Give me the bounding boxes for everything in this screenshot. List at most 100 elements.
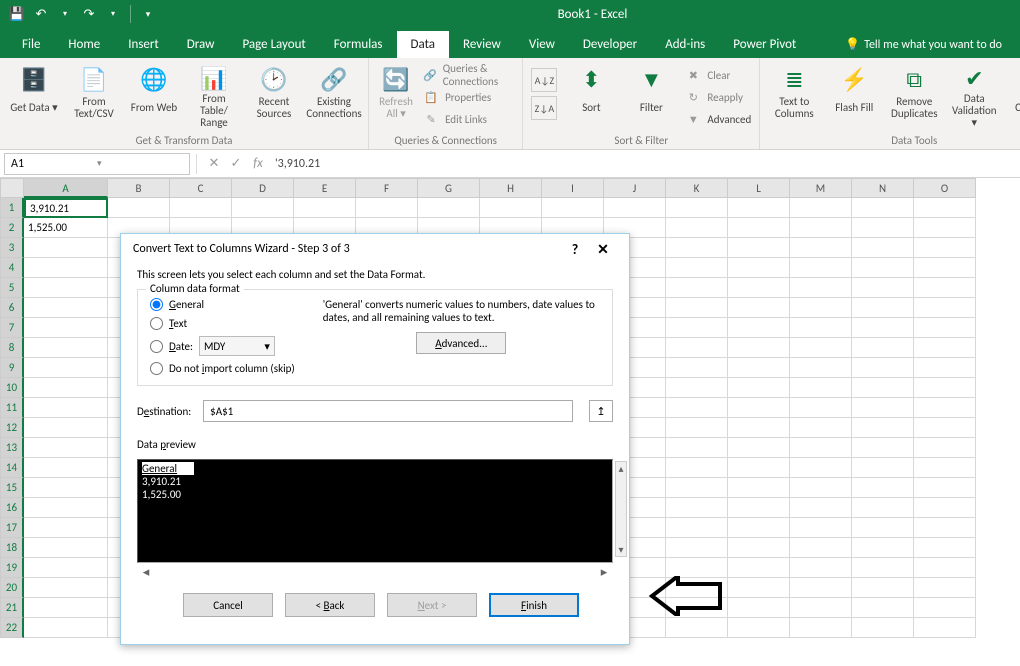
cell[interactable] (914, 398, 976, 418)
tab-insert[interactable]: Insert (114, 31, 173, 58)
cell[interactable] (728, 458, 790, 478)
cell[interactable] (666, 318, 728, 338)
cell[interactable] (666, 458, 728, 478)
cell[interactable] (790, 238, 852, 258)
row-header[interactable]: 7 (0, 318, 24, 338)
row-header[interactable]: 13 (0, 438, 24, 458)
undo-button[interactable]: ↶ (32, 5, 50, 23)
cell[interactable] (666, 238, 728, 258)
cell[interactable] (914, 378, 976, 398)
cell[interactable] (852, 398, 914, 418)
radio-general-input[interactable] (150, 298, 163, 311)
cell[interactable] (108, 198, 170, 218)
cell[interactable] (666, 558, 728, 578)
redo-dropdown[interactable]: ▾ (104, 5, 122, 23)
cell[interactable] (666, 518, 728, 538)
cell[interactable] (24, 438, 108, 458)
close-button[interactable]: ✕ (589, 241, 617, 258)
edit-links-button[interactable]: ✎Edit Links (423, 108, 514, 130)
cell[interactable] (728, 378, 790, 398)
cell[interactable] (728, 358, 790, 378)
undo-dropdown[interactable]: ▾ (56, 5, 74, 23)
row-header[interactable]: 12 (0, 418, 24, 438)
row-header[interactable]: 10 (0, 378, 24, 398)
cell[interactable] (24, 518, 108, 538)
cell[interactable] (24, 238, 108, 258)
row-header[interactable]: 15 (0, 478, 24, 498)
radio-date[interactable]: Date: MDY▾ (150, 336, 295, 356)
cell[interactable] (790, 618, 852, 638)
radio-skip[interactable]: Do not import column (skip) (150, 362, 295, 375)
cell[interactable] (24, 618, 108, 638)
cell[interactable] (24, 478, 108, 498)
cell[interactable] (666, 398, 728, 418)
col-header-k[interactable]: K (666, 178, 728, 198)
radio-skip-input[interactable] (150, 362, 163, 375)
cell[interactable] (790, 218, 852, 238)
cell[interactable] (914, 558, 976, 578)
from-text-csv-button[interactable]: 📄From Text/CSV (68, 62, 120, 128)
cell[interactable] (914, 498, 976, 518)
cell[interactable] (914, 418, 976, 438)
cell[interactable] (852, 358, 914, 378)
cell[interactable] (914, 338, 976, 358)
cell[interactable] (728, 618, 790, 638)
cell[interactable] (480, 198, 542, 218)
row-header[interactable]: 16 (0, 498, 24, 518)
cell[interactable] (728, 418, 790, 438)
col-header-n[interactable]: N (852, 178, 914, 198)
col-header-o[interactable]: O (914, 178, 976, 198)
advanced-button[interactable]: Advanced... (416, 332, 506, 354)
scroll-up-arrow[interactable]: ▴ (616, 462, 626, 475)
sort-desc-button[interactable]: Z↓A (531, 96, 557, 120)
cell[interactable] (24, 398, 108, 418)
cell[interactable] (728, 398, 790, 418)
cell[interactable] (728, 218, 790, 238)
cell[interactable] (728, 318, 790, 338)
reapply-button[interactable]: ↻Reapply (685, 86, 751, 108)
col-header-f[interactable]: F (356, 178, 418, 198)
cell[interactable] (542, 198, 604, 218)
from-table-button[interactable]: 📊From Table/ Range (188, 62, 240, 128)
cell[interactable] (666, 338, 728, 358)
cell[interactable] (852, 338, 914, 358)
cell[interactable] (852, 278, 914, 298)
cell[interactable] (24, 278, 108, 298)
cell[interactable] (24, 298, 108, 318)
col-header-e[interactable]: E (294, 178, 356, 198)
scroll-left-arrow[interactable]: ◂ (137, 565, 155, 580)
existing-connections-button[interactable]: 🔗Existing Connections (308, 62, 360, 128)
cell[interactable] (666, 258, 728, 278)
col-header-i[interactable]: I (542, 178, 604, 198)
cell[interactable] (728, 518, 790, 538)
cell[interactable] (728, 438, 790, 458)
from-web-button[interactable]: 🌐From Web (128, 62, 180, 128)
cell[interactable] (914, 458, 976, 478)
cell[interactable] (852, 598, 914, 618)
cell[interactable]: 3,910.21 (24, 198, 108, 218)
cell[interactable] (790, 498, 852, 518)
cell[interactable] (666, 618, 728, 638)
cell[interactable] (914, 198, 976, 218)
cell[interactable] (914, 318, 976, 338)
cell[interactable] (666, 298, 728, 318)
range-picker-button[interactable]: ↥ (589, 400, 613, 422)
cell[interactable] (356, 198, 418, 218)
cell[interactable] (914, 578, 976, 598)
cell[interactable] (418, 198, 480, 218)
cell[interactable] (728, 198, 790, 218)
cell[interactable] (790, 458, 852, 478)
row-header[interactable]: 14 (0, 458, 24, 478)
row-header[interactable]: 8 (0, 338, 24, 358)
cell[interactable] (852, 458, 914, 478)
clear-filter-button[interactable]: ✖Clear (685, 64, 751, 86)
scroll-right-arrow[interactable]: ▸ (595, 565, 613, 580)
advanced-filter-button[interactable]: ▼Advanced (685, 108, 751, 130)
col-header-c[interactable]: C (170, 178, 232, 198)
cell[interactable] (666, 278, 728, 298)
finish-button[interactable]: Finish (489, 593, 579, 617)
cell[interactable] (24, 578, 108, 598)
cell[interactable] (852, 578, 914, 598)
save-icon[interactable]: 💾 (8, 5, 26, 23)
cell[interactable] (728, 578, 790, 598)
